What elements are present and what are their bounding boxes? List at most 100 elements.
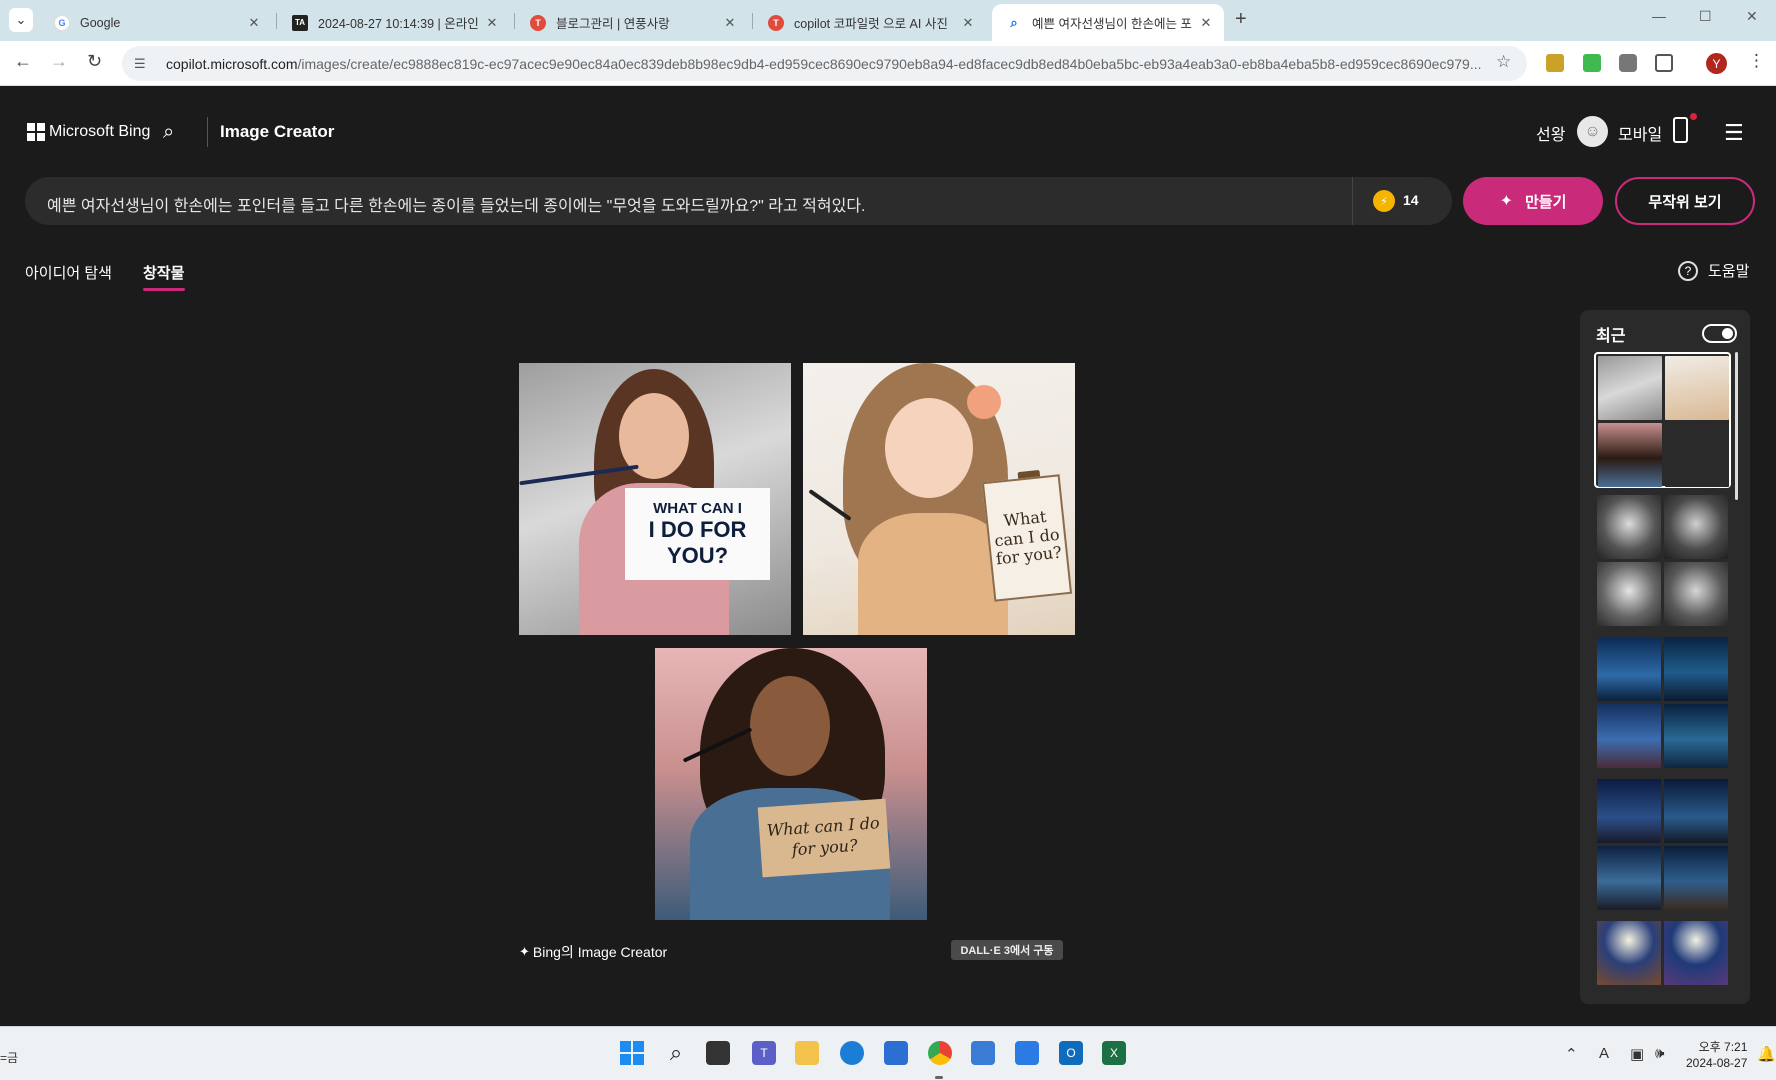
tab-creations[interactable]: 창작물 — [143, 262, 184, 283]
thumbnail[interactable] — [1664, 988, 1728, 1004]
tab-close-icon[interactable]: ✕ — [484, 15, 500, 31]
tab-close-icon[interactable]: ✕ — [722, 15, 738, 31]
tab-online[interactable]: TA 2024-08-27 10:14:39 | 온라인 ✕ — [278, 4, 510, 41]
recent-scrollbar[interactable] — [1735, 352, 1738, 500]
minimize-icon[interactable]: — — [1652, 8, 1666, 24]
phone-icon[interactable] — [1673, 117, 1688, 143]
network-icon[interactable]: ▣ — [1630, 1045, 1644, 1063]
generated-image-1[interactable]: WHAT CAN I I DO FOR YOU? — [519, 363, 791, 635]
thumbnail[interactable] — [1597, 779, 1661, 843]
profile-avatar[interactable]: Y — [1706, 53, 1727, 74]
prompt-divider — [1352, 177, 1353, 225]
prompt-text[interactable]: 예쁜 여자선생님이 한손에는 포인터를 들고 다른 한손에는 종이를 들었는데 … — [47, 192, 866, 216]
chevron-up-icon[interactable]: ⌃ — [1565, 1045, 1578, 1063]
tab-close-icon[interactable]: ✕ — [246, 15, 262, 31]
generated-image-2[interactable]: What can I do for you? — [803, 363, 1075, 635]
boost-coin-icon: ⚡ — [1373, 190, 1395, 212]
thumbnail[interactable] — [1598, 423, 1662, 487]
search-icon[interactable]: ⌕ — [163, 121, 174, 144]
google-icon: G — [54, 14, 70, 31]
thumbnail[interactable] — [1597, 562, 1661, 626]
create-button[interactable]: ✦ 만들기 — [1463, 177, 1603, 225]
edge-icon[interactable] — [840, 1041, 864, 1065]
recent-toggle[interactable] — [1702, 324, 1737, 343]
thumbnail[interactable] — [1597, 637, 1661, 701]
tab-google[interactable]: G Google ✕ — [40, 4, 272, 41]
thumbnail[interactable] — [1665, 356, 1729, 420]
thumbnail[interactable] — [1664, 779, 1728, 843]
thumbnail[interactable] — [1597, 988, 1661, 1004]
thumbnail[interactable] — [1664, 704, 1728, 768]
url-host: copilot.microsoft.com — [166, 55, 298, 72]
address-bar[interactable]: ☰ copilot.microsoft.com/images/create/ec… — [122, 46, 1527, 81]
tab-divider — [276, 13, 277, 29]
thumbnail[interactable] — [1597, 495, 1661, 559]
thumbnail[interactable] — [1664, 921, 1728, 985]
teams-icon[interactable]: T — [752, 1041, 776, 1065]
thumbnail[interactable] — [1664, 846, 1728, 910]
thumbnail-empty — [1665, 423, 1729, 487]
recent-group[interactable] — [1596, 636, 1731, 768]
thumbnail[interactable] — [1664, 637, 1728, 701]
prompt-input[interactable]: 예쁜 여자선생님이 한손에는 포인터를 들고 다른 한손에는 종이를 들었는데 … — [25, 177, 1452, 225]
thumbnail[interactable] — [1664, 495, 1728, 559]
thumbnail[interactable] — [1597, 846, 1661, 910]
tab-image-creator[interactable]: ⌕ 예쁜 여자선생님이 한손에는 포 ✕ — [992, 4, 1224, 41]
task-view-icon[interactable] — [706, 1041, 730, 1065]
tab-blog[interactable]: T 블로그관리 | 연풍사랑 ✕ — [516, 4, 748, 41]
volume-icon[interactable]: 🕪 — [1655, 1045, 1664, 1062]
sign-card: WHAT CAN I I DO FOR YOU? — [625, 488, 770, 580]
recent-group-current[interactable] — [1594, 352, 1731, 488]
forward-arrow-icon[interactable]: → — [50, 51, 68, 72]
excel-icon[interactable]: X — [1102, 1041, 1126, 1065]
tab-search-chevron-icon[interactable]: ⌄ — [9, 8, 33, 32]
reload-icon[interactable]: ↻ — [87, 51, 102, 72]
maximize-icon[interactable]: ☐ — [1699, 8, 1712, 25]
chrome-icon[interactable] — [928, 1041, 952, 1065]
site-info-icon[interactable]: ☰ — [134, 56, 152, 72]
help-link[interactable]: ? 도움말 — [1678, 260, 1749, 281]
mail-icon[interactable] — [971, 1041, 995, 1065]
user-name[interactable]: 선왕 — [1536, 121, 1565, 145]
thumbnail[interactable] — [1598, 356, 1662, 420]
recent-group[interactable] — [1596, 778, 1731, 910]
extension-icon[interactable] — [1583, 54, 1601, 72]
extensions-puzzle-icon[interactable] — [1655, 54, 1673, 72]
surprise-me-button[interactable]: 무작위 보기 — [1615, 177, 1755, 225]
clock[interactable]: 오후 7:21 2024-08-27 — [1686, 1039, 1747, 1071]
tab-close-icon[interactable]: ✕ — [960, 15, 976, 31]
tab-close-icon[interactable]: ✕ — [1198, 15, 1214, 31]
store-icon[interactable] — [884, 1041, 908, 1065]
bookmark-star-icon[interactable]: ☆ — [1496, 52, 1511, 72]
mobile-link[interactable]: 모바일 — [1618, 121, 1662, 145]
tab-copilot[interactable]: T copilot 코파일럿 으로 AI 사진 ✕ — [754, 4, 986, 41]
extension-icon[interactable] — [1546, 54, 1564, 72]
file-explorer-icon[interactable] — [795, 1041, 819, 1065]
recent-group[interactable] — [1596, 920, 1731, 1004]
input-method-icon[interactable]: A — [1599, 1045, 1609, 1062]
thumbnail[interactable] — [1597, 704, 1661, 768]
browser-menu-icon[interactable]: ⋮ — [1748, 51, 1765, 71]
user-avatar-icon[interactable]: ☺ — [1577, 116, 1608, 147]
notification-bell-icon[interactable]: 🔔 — [1757, 1045, 1776, 1063]
tab-explore[interactable]: 아이디어 탐색 — [25, 262, 112, 283]
thumbnail[interactable] — [1664, 562, 1728, 626]
settings-app-icon[interactable] — [1015, 1041, 1039, 1065]
camera-icon[interactable] — [1619, 54, 1637, 72]
outlook-icon[interactable]: O — [1059, 1041, 1083, 1065]
tab-label: 2024-08-27 10:14:39 | 온라인 — [318, 17, 478, 31]
page-title[interactable]: Image Creator — [220, 122, 334, 142]
close-window-icon[interactable]: ✕ — [1746, 8, 1758, 25]
back-arrow-icon[interactable]: ← — [14, 51, 32, 72]
sign-text: I DO FOR YOU? — [648, 517, 747, 568]
recent-group[interactable] — [1596, 494, 1731, 626]
thumbnail[interactable] — [1597, 921, 1661, 985]
recent-panel: 최근 — [1580, 310, 1750, 1004]
windows-start-icon[interactable] — [620, 1041, 644, 1065]
search-icon[interactable]: ⌕ — [664, 1040, 688, 1065]
microsoft-bing-logo[interactable]: Microsoft Bing — [27, 123, 150, 141]
address-toolbar: ← → ↻ ☰ copilot.microsoft.com/images/cre… — [0, 41, 1776, 86]
hamburger-menu-icon[interactable]: ☰ — [1724, 120, 1744, 146]
new-tab-plus-icon[interactable]: + — [1235, 8, 1247, 31]
generated-image-3[interactable]: What can I do for you? — [655, 648, 927, 920]
